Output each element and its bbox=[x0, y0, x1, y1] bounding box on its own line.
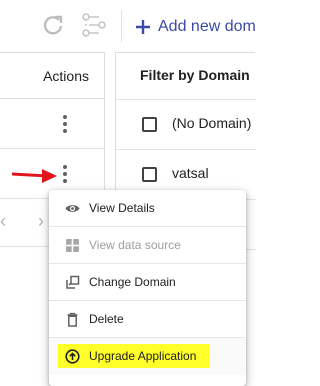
menu-item-delete[interactable]: Delete bbox=[49, 301, 246, 338]
menu-item-label: Change Domain bbox=[89, 275, 176, 289]
add-new-domain-button[interactable]: Add new dom bbox=[134, 15, 256, 39]
menu-item-view-data-source[interactable]: View data source bbox=[49, 227, 246, 264]
upgrade-icon bbox=[65, 349, 80, 364]
eye-icon bbox=[65, 205, 80, 212]
menu-item-label: Upgrade Application bbox=[89, 349, 197, 363]
row-actions-menu: View Details View data source Change Dom… bbox=[49, 190, 246, 386]
actions-header-label: Actions bbox=[43, 68, 89, 84]
checkbox[interactable] bbox=[142, 117, 157, 132]
menu-item-upgrade-application[interactable]: Upgrade Application bbox=[49, 338, 246, 375]
change-domain-icon bbox=[66, 275, 80, 289]
checkbox[interactable] bbox=[142, 167, 157, 182]
add-new-domain-label: Add new dom bbox=[158, 18, 256, 35]
menu-item-view-details[interactable]: View Details bbox=[49, 190, 246, 227]
more-vert-icon[interactable] bbox=[60, 165, 70, 185]
workflow-icon[interactable] bbox=[81, 12, 107, 38]
more-vert-icon[interactable] bbox=[60, 115, 70, 135]
menu-item-change-domain[interactable]: Change Domain bbox=[49, 264, 246, 301]
menu-item-label: View data source bbox=[89, 238, 181, 252]
grid-icon bbox=[66, 239, 79, 252]
filter-title: Filter by Domain bbox=[140, 67, 250, 83]
menu-item-label: View Details bbox=[89, 201, 155, 215]
table-row bbox=[0, 99, 105, 149]
annotation-arrow-icon bbox=[12, 169, 57, 183]
trash-icon bbox=[67, 312, 78, 327]
refresh-icon[interactable] bbox=[42, 14, 64, 36]
filter-option[interactable]: (No Domain) bbox=[116, 99, 256, 149]
filter-option-label: (No Domain) bbox=[172, 115, 252, 131]
toolbar-divider bbox=[121, 10, 122, 42]
previous-page-button[interactable]: ‹ bbox=[0, 211, 6, 232]
next-page-button[interactable]: › bbox=[38, 211, 44, 232]
actions-column-header: Actions bbox=[0, 53, 105, 99]
menu-item-label: Delete bbox=[89, 312, 124, 326]
plus-icon bbox=[136, 20, 150, 34]
toolbar: Add new dom bbox=[0, 0, 256, 52]
filter-option-label: vatsal bbox=[172, 165, 209, 181]
